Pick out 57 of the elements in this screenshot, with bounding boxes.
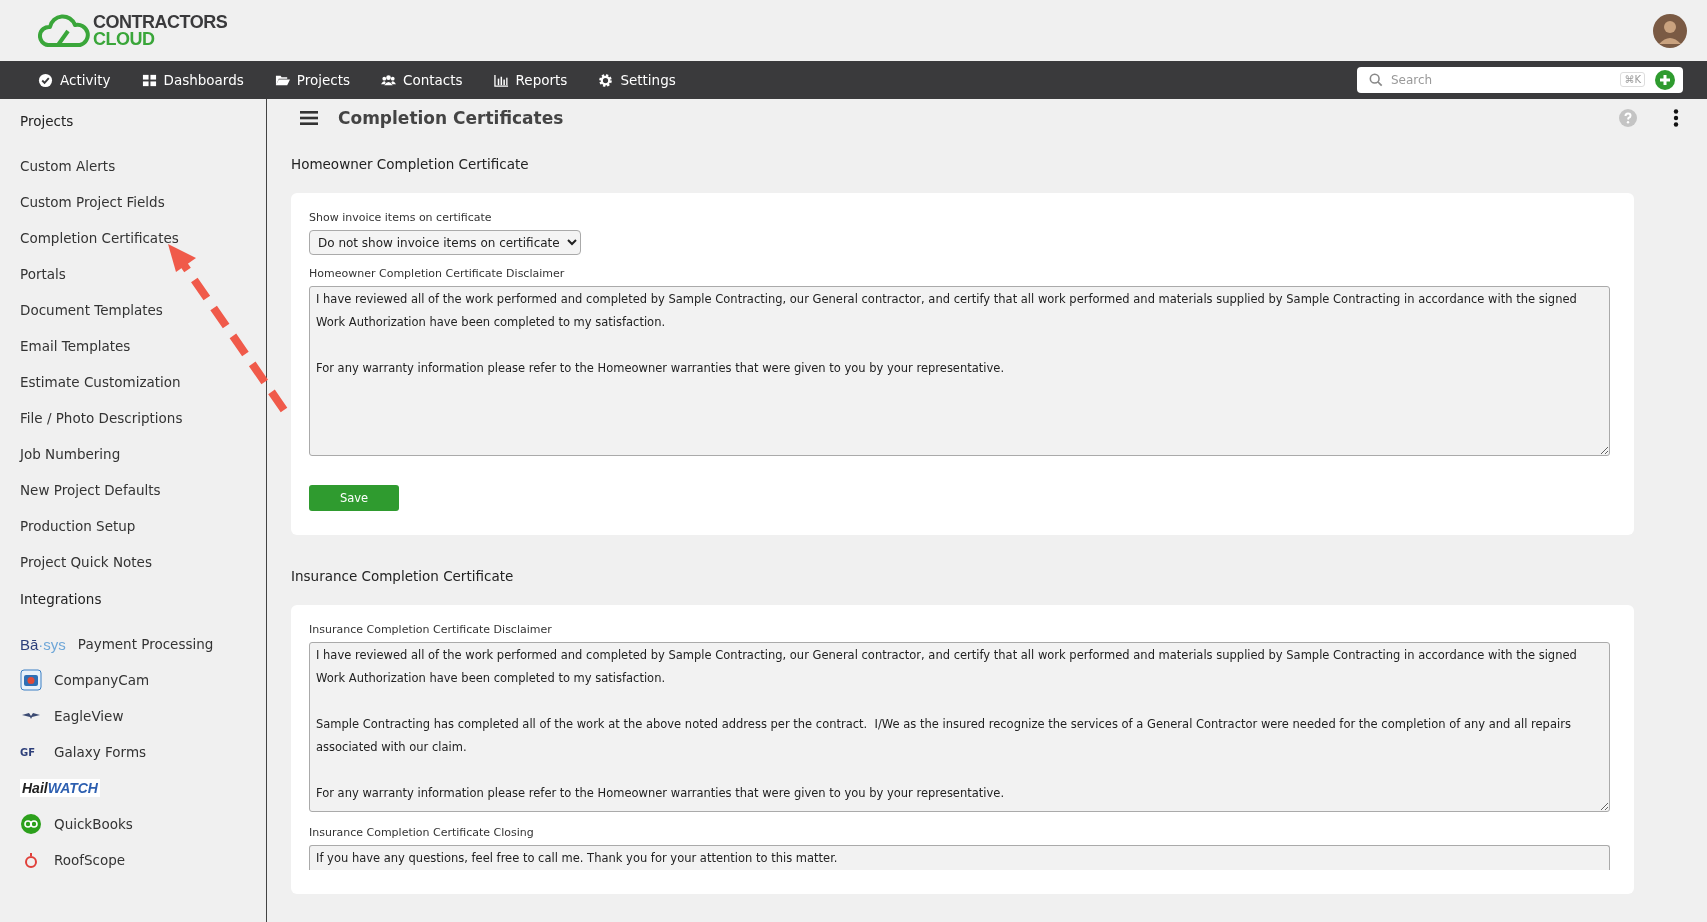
integration-link[interactable]: QuickBooks <box>54 816 133 832</box>
nav-link[interactable]: Settings <box>598 72 676 88</box>
camera-icon <box>20 669 42 691</box>
integration-link[interactable]: RoofScope <box>54 852 126 868</box>
settings-icon <box>598 72 614 88</box>
save-button[interactable]: Save <box>309 485 399 511</box>
sidebar-item[interactable]: Portals <box>20 256 266 292</box>
qb-icon <box>20 813 42 835</box>
sidebar-heading: Projects <box>20 112 75 131</box>
add-icon[interactable] <box>1655 70 1675 90</box>
sidebar-item[interactable]: Completion Certificates <box>20 220 266 256</box>
sidebar-heading: Integrations <box>20 590 103 609</box>
check-circle-icon <box>38 72 53 88</box>
galaxy-logo: GF <box>20 746 37 758</box>
field-label: Insurance Completion Certificate Closing <box>309 826 535 839</box>
sidebar-item[interactable]: Custom Project Fields <box>20 184 266 220</box>
page-title: Completion Certificates <box>338 108 564 128</box>
nav-link[interactable]: Contacts <box>381 72 463 88</box>
sidebar-item[interactable]: Document Templates <box>20 292 266 328</box>
nav-link[interactable]: Reports <box>493 72 568 88</box>
sidebar-item[interactable]: Email Templates <box>20 328 266 364</box>
field-label: Homeowner Completion Certificate Disclaimer <box>309 267 566 280</box>
nav-link[interactable]: Dashboards <box>141 72 244 88</box>
brand-name: CLOUD <box>93 30 156 48</box>
brand-name: CONTRACTORS <box>93 13 228 31</box>
sidebar-item[interactable]: Estimate Customization <box>20 364 266 400</box>
section-heading: Homeowner Completion Certificate <box>291 155 530 174</box>
sidebar-item[interactable]: Custom Alerts <box>20 148 266 184</box>
field-label: Insurance Completion Certificate Disclaimer <box>309 623 553 636</box>
integration-link[interactable]: CompanyCam <box>54 672 150 688</box>
field-label: Show invoice items on certificate <box>309 211 493 224</box>
more-icon[interactable] <box>1673 109 1679 127</box>
closing-field[interactable]: If you have any questions, feel free to call me. Thank you for your attention to this matter. <box>309 845 1610 870</box>
sidebar-item[interactable]: New Project Defaults <box>20 472 266 508</box>
disclaimer-field[interactable]: I have reviewed all of the work performed and completed by Sample Contracting, our General contractor, and certify that all work performed and materials supplied by Sample Contracting in accordance with the signed Work Authorization have been completed to my satisfaction. Sample Contracting has completed all of the work at the above noted address per the contract. I/We as the insured recognize the services of a General Contractor were needed for the completion of any and all repairs associated with our claim. For any warranty information please refer to the Homeowner warranties that were given to you by your representative. <box>309 642 1610 812</box>
integration-link[interactable]: Galaxy Forms <box>54 744 147 760</box>
grid-icon <box>141 72 157 88</box>
menu-icon[interactable] <box>300 111 318 125</box>
sidebar-item[interactable]: File / Photo Descriptions <box>20 400 266 436</box>
sidebar-item[interactable]: Production Setup <box>20 508 266 544</box>
integration-link[interactable]: Payment Processing <box>77 636 214 652</box>
cloud-logo-icon <box>38 11 90 50</box>
sidebar-item[interactable]: Job Numbering <box>20 436 266 472</box>
invoice-select[interactable]: Do not show invoice items on certificate <box>309 230 581 255</box>
avatar[interactable] <box>1653 13 1687 48</box>
hailwatch-logo: HailWATCH <box>20 779 100 797</box>
nav-link[interactable]: Activity <box>38 72 111 88</box>
sidebar-item[interactable]: Project Quick Notes <box>20 544 266 580</box>
section-heading: Insurance Completion Certificate <box>291 567 515 586</box>
bar-chart-icon <box>493 72 509 88</box>
integration-link[interactable]: EagleView <box>54 708 124 724</box>
people-icon <box>381 72 396 88</box>
disclaimer-field[interactable]: I have reviewed all of the work performed and completed by Sample Contracting, our General contractor, and certify that all work performed and materials supplied by Sample Contracting in accordance with the signed Work Authorization have been completed to my satisfaction. For any warranty information please refer to the Homeowner warranties that were given to you by your representative. <box>309 286 1610 456</box>
nav-link[interactable]: Projects <box>274 72 350 88</box>
shortcut-hint: ⌘K <box>1620 72 1645 87</box>
search-icon <box>1369 73 1383 87</box>
basys-logo: Bā·sys <box>20 635 66 653</box>
